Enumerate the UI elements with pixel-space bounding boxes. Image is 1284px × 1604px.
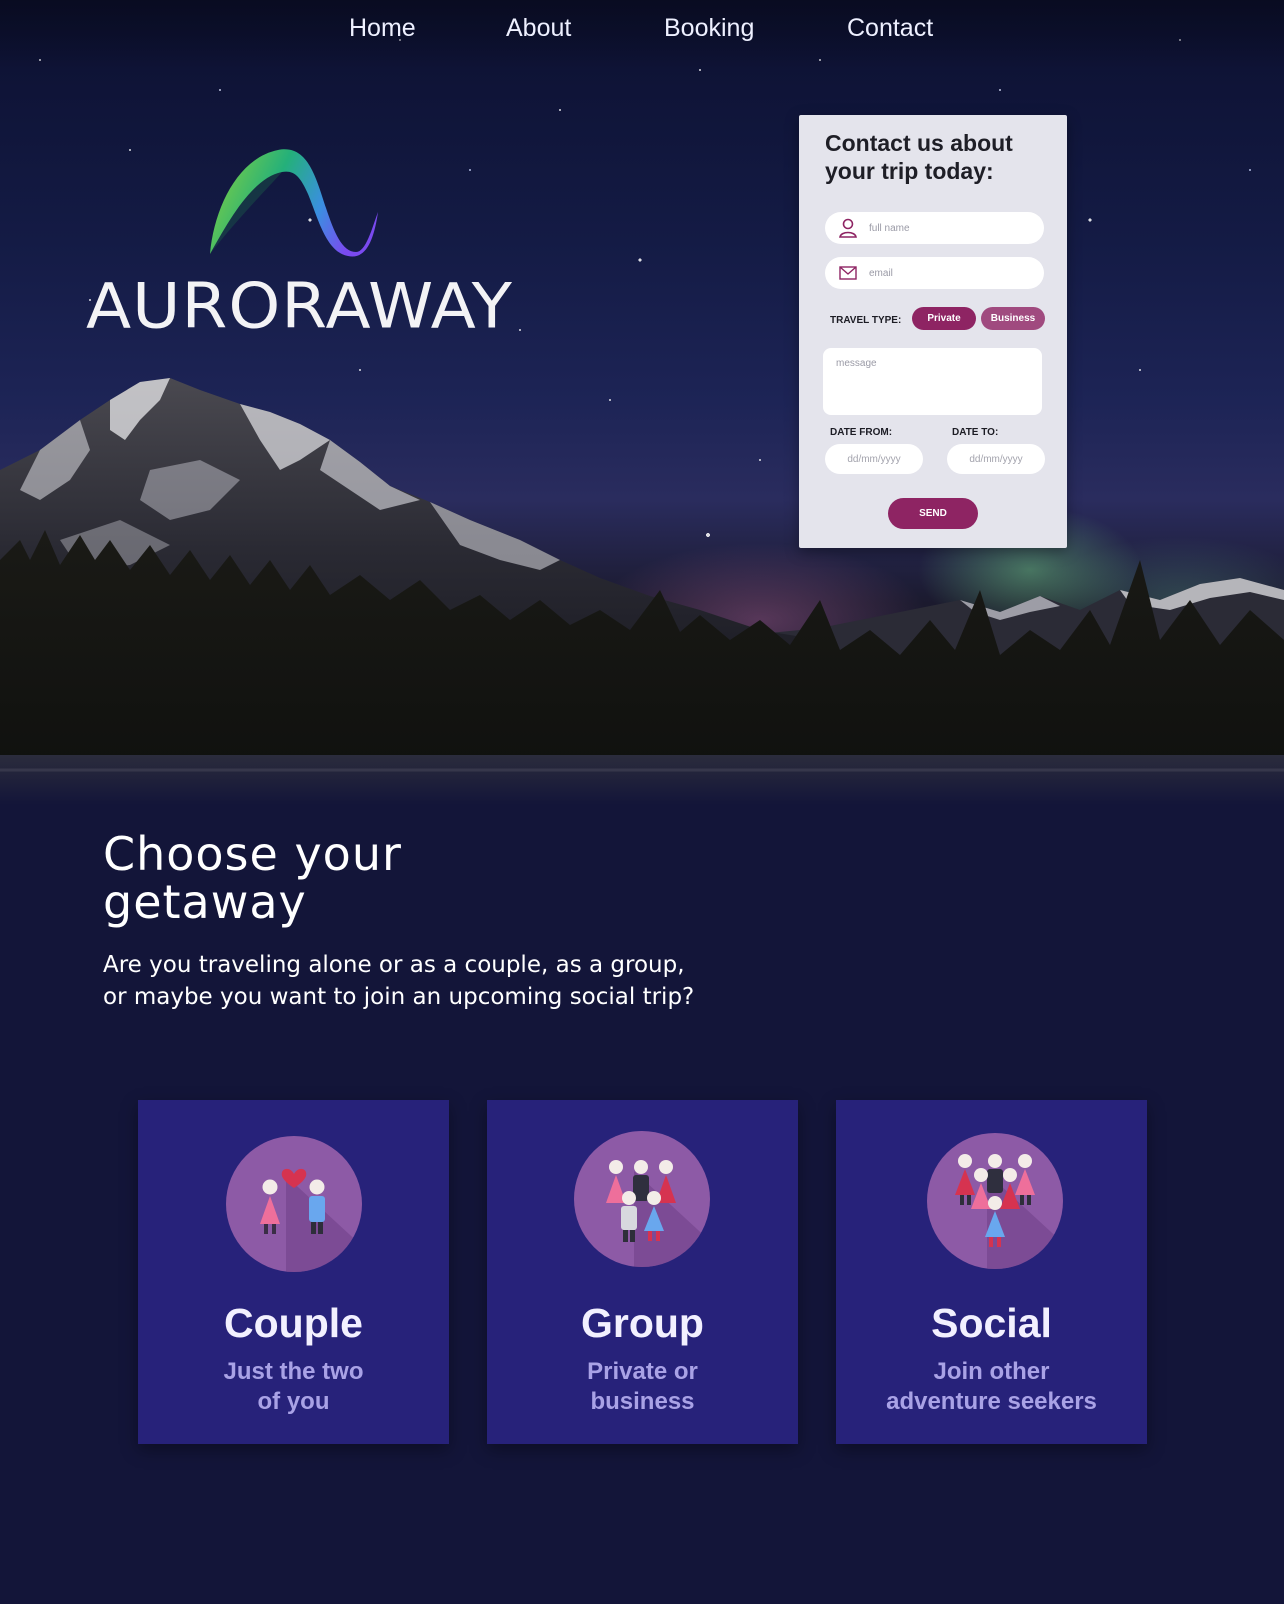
date-to-input[interactable]: dd/mm/yyyy [947,444,1045,474]
nav-contact-link[interactable]: Contact [847,14,933,43]
group-icon [574,1131,710,1267]
message-placeholder: message [836,358,877,369]
card-social[interactable]: Social Join other adventure seekers [836,1100,1147,1444]
message-textarea[interactable]: message [823,348,1042,415]
date-to-label: DATE TO: [952,427,999,438]
couple-icon [226,1136,362,1272]
user-icon [837,218,859,238]
card-couple-title: Couple [224,1300,363,1346]
card-subtitle-line: Private or [587,1358,698,1385]
card-subtitle-line: Join other [933,1358,1050,1385]
brand-logo[interactable]: AURORAWAY [86,148,512,348]
nav-home-link[interactable]: Home [349,14,416,43]
card-couple[interactable]: Couple Just the two of you [138,1100,449,1444]
contact-form: Contact us about your trip today: full n… [799,115,1067,548]
email-field[interactable]: email [825,257,1044,289]
card-social-subtitle: Join other adventure seekers [856,1357,1127,1417]
nav-about-link[interactable]: About [506,14,571,43]
getaway-subtitle-line: Are you traveling alone or as a couple, … [103,952,685,978]
nav-booking-link[interactable]: Booking [664,14,754,43]
card-social-title: Social [931,1300,1052,1346]
social-group-icon [927,1133,1063,1269]
full-name-placeholder: full name [869,222,910,234]
card-subtitle-line: Just the two [223,1358,364,1385]
card-subtitle-line: adventure seekers [886,1388,1097,1415]
getaway-title: Choose your getaway [103,830,703,926]
date-from-label: DATE FROM: [830,427,893,438]
main-nav: Home About Booking Contact [0,14,1284,48]
full-name-field[interactable]: full name [825,212,1044,244]
aurora-wave-logo-icon [210,149,378,257]
send-button[interactable]: SEND [888,498,978,529]
getaway-subtitle-line: or maybe you want to join an upcoming so… [103,984,695,1010]
hero-section [0,0,1284,805]
card-couple-subtitle: Just the two of you [158,1357,429,1417]
email-placeholder: email [869,267,893,279]
travel-type-business-button[interactable]: Business [981,307,1045,330]
travel-type-label: TRAVEL TYPE: [830,315,902,326]
mail-icon [837,266,859,280]
card-subtitle-line: business [590,1388,695,1415]
mountain-landscape-image [0,378,1284,805]
card-group-title: Group [581,1300,704,1346]
getaway-title-line: Choose your [103,827,402,881]
contact-form-title: Contact us about your trip today: [825,130,1013,184]
getaway-title-line: getaway [103,875,307,929]
card-group[interactable]: Group Private or business [487,1100,798,1444]
brand-wordmark: AURORAWAY [86,270,513,343]
getaway-subtitle: Are you traveling alone or as a couple, … [103,949,743,1013]
travel-type-private-button[interactable]: Private [912,307,976,330]
card-subtitle-line: of you [257,1388,330,1415]
card-group-subtitle: Private or business [507,1357,778,1417]
date-from-input[interactable]: dd/mm/yyyy [825,444,923,474]
